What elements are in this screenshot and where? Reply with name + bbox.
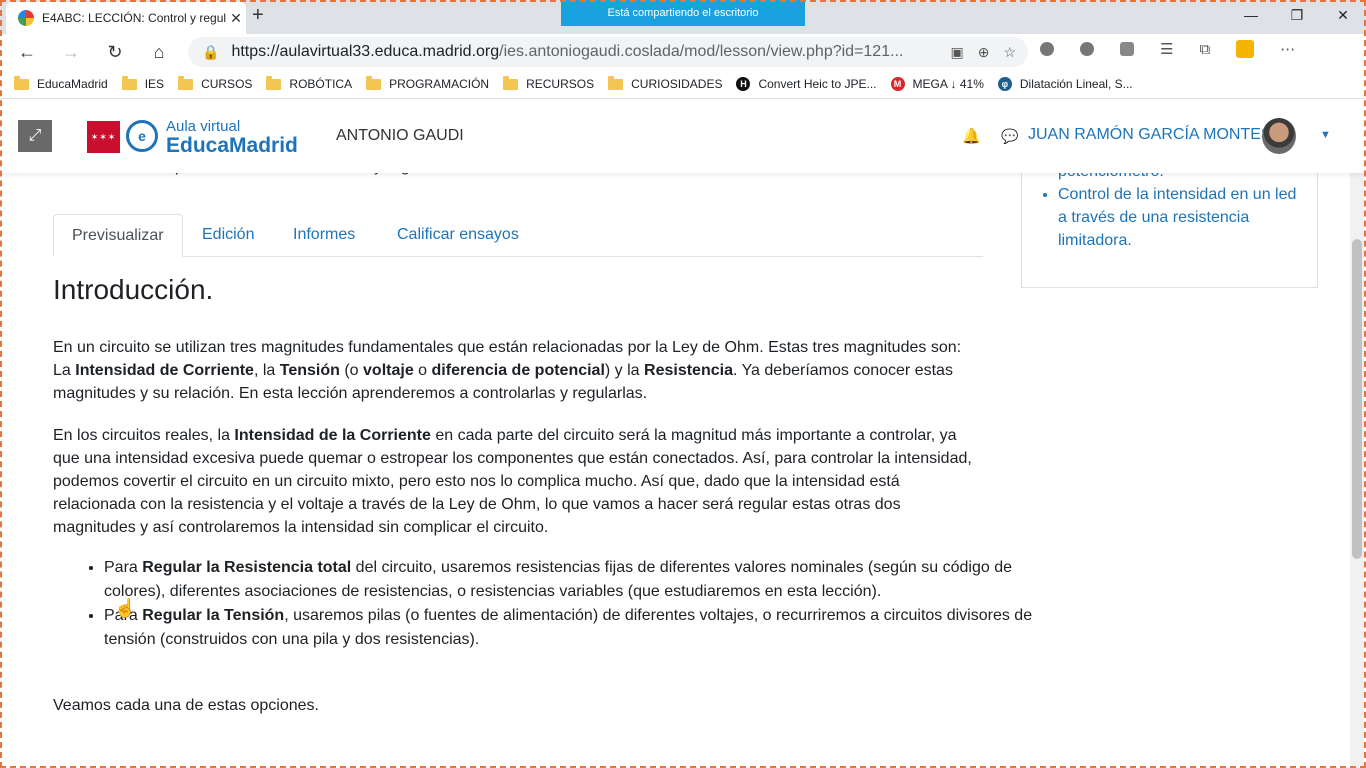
favorite-star-icon[interactable]: ☆ [1003, 44, 1016, 61]
browser-tab[interactable]: E4ABC: LECCIÓN: Control y regul ✕ [6, 2, 246, 34]
expand-icon[interactable]: ⤢ [18, 120, 52, 152]
heic-site-icon: H [736, 77, 751, 91]
user-menu-name[interactable]: JUAN RAMÓN GARCÍA MONTES [1028, 126, 1272, 144]
bookmark-item[interactable]: CURIOSIDADES [608, 75, 723, 91]
bookmark-item[interactable]: ROBÓTICA [266, 75, 353, 91]
folder-icon [266, 75, 282, 90]
folder-icon [608, 75, 624, 90]
tab-reports[interactable]: Informes [275, 214, 373, 256]
folder-icon [503, 75, 519, 90]
notifications-bell-icon[interactable]: 🔔 [962, 127, 981, 145]
site-header: ⤢ ✶✶✶ e Aula virtual EducaMadrid ANTONIO… [0, 99, 1366, 173]
bookmarks-bar: EducaMadrid IES CURSOS ROBÓTICA PROGRAMACIÓN… [0, 70, 1366, 99]
bookmark-label: Dilatación Lineal, S... [1019, 77, 1133, 91]
scrollbar-thumb[interactable] [1352, 239, 1362, 559]
bookmark-label: CURSOS [201, 77, 253, 91]
site-icon: φ [997, 77, 1012, 91]
folder-icon [366, 75, 382, 90]
screen-sharing-banner[interactable]: Está compartiendo el escritorio [561, 0, 805, 26]
logo-subtitle: Aula virtual [166, 118, 241, 135]
bookmark-item[interactable]: IES [121, 75, 165, 91]
url-path: /ies.antoniogaudi.coslada/mod/lesson/vie… [499, 43, 904, 60]
forward-icon[interactable]: → [56, 39, 86, 65]
calculator-extension-icon[interactable] [1236, 40, 1255, 58]
circuits-paragraph: En los circuitos reales, la Intensidad d… [53, 427, 972, 536]
page-title: Introducción. [53, 274, 214, 305]
minimize-icon[interactable]: — [1228, 0, 1274, 30]
chevron-down-icon[interactable]: ▼ [1320, 129, 1331, 141]
site-name[interactable]: ANTONIO GAUDI [336, 127, 464, 145]
bookmark-label: IES [144, 77, 165, 91]
zoom-icon[interactable]: ⊕ [978, 44, 990, 61]
restore-icon[interactable]: ❐ [1274, 0, 1320, 30]
reload-icon[interactable]: ↻ [100, 39, 130, 65]
extension-icon[interactable] [1080, 42, 1094, 56]
extension-icon[interactable] [1040, 42, 1054, 56]
bookmark-item[interactable]: M MEGA ↓ 41% [890, 77, 984, 91]
shield-extension-icon[interactable] [1120, 42, 1134, 56]
folder-icon [14, 75, 29, 90]
tab-grade-essays[interactable]: Calificar ensayos [379, 214, 537, 256]
more-menu-icon[interactable]: ⋯ [1280, 40, 1295, 58]
regulation-list: Para Regular la Resistencia total del ci… [53, 556, 1034, 652]
url-host: https://aulavirtual33.educa.madrid.org [231, 43, 500, 60]
read-aloud-icon[interactable]: ▣ [950, 44, 963, 61]
bookmark-label: CURIOSIDADES [631, 77, 723, 91]
favorites-list-icon[interactable]: ☰ [1160, 40, 1173, 58]
logo-title[interactable]: EducaMadrid [166, 134, 298, 158]
messages-icon[interactable]: 💬 [1001, 128, 1018, 145]
back-icon[interactable]: ← [12, 39, 42, 65]
bookmark-label: MEGA ↓ 41% [912, 77, 984, 91]
lock-icon[interactable]: 🔒 [202, 44, 219, 61]
bookmark-item[interactable]: H Convert Heic to JPE... [736, 77, 877, 91]
intro-paragraph: En un circuito se utilizan tres magnitud… [53, 339, 962, 402]
new-tab-icon[interactable]: + [252, 4, 264, 27]
bookmark-item[interactable]: PROGRAMACIÓN [366, 75, 490, 91]
browser-toolbar: ← → ↻ ⌂ 🔒 https://aulavirtual33.educa.ma… [0, 34, 1366, 70]
home-icon[interactable]: ⌂ [144, 39, 174, 65]
tab-title: E4ABC: LECCIÓN: Control y regul [42, 11, 226, 25]
madrid-flag-icon: ✶✶✶ [87, 121, 120, 153]
bookmark-item[interactable]: RECURSOS [503, 75, 595, 91]
browser-tab-strip: E4ABC: LECCIÓN: Control y regul ✕ + Está… [0, 0, 1366, 34]
bookmark-item[interactable]: CURSOS [178, 75, 253, 91]
list-item: Para Regular la Resistencia total del ci… [104, 556, 1034, 604]
bookmark-item[interactable]: EducaMadrid [14, 75, 108, 91]
bookmark-label: EducaMadrid [37, 77, 108, 91]
tab-edit[interactable]: Edición [184, 214, 272, 256]
mega-icon: M [890, 77, 905, 91]
tab-preview[interactable]: Previsualizar [53, 214, 183, 257]
page-scrollbar[interactable] [1350, 99, 1364, 768]
window-close-icon[interactable]: ✕ [1320, 0, 1366, 30]
avatar[interactable] [1262, 118, 1296, 154]
address-bar[interactable]: 🔒 https://aulavirtual33.educa.madrid.org… [188, 37, 1028, 67]
bookmark-label: PROGRAMACIÓN [389, 77, 490, 91]
folder-icon [121, 75, 137, 90]
tab-close-icon[interactable]: ✕ [226, 10, 246, 27]
site-favicon-icon [18, 10, 34, 26]
lesson-tabs: Previsualizar Edición Informes Calificar… [53, 214, 983, 257]
bookmark-item[interactable]: φ Dilatación Lineal, S... [997, 77, 1133, 91]
hand-cursor-icon: ☝ [114, 598, 137, 618]
collections-icon[interactable]: ⧉ [1199, 41, 1210, 58]
window-controls: — ❐ ✕ [1228, 0, 1366, 30]
educamadrid-logo-icon[interactable]: e [126, 120, 158, 152]
closing-paragraph: Veamos cada una de estas opciones. [53, 697, 319, 714]
bookmark-label: RECURSOS [526, 77, 595, 91]
list-item: Para Regular la Tensión, usaremos pilas … [104, 604, 1034, 652]
bookmark-label: Convert Heic to JPE... [758, 77, 877, 91]
menu-link-led-control[interactable]: Control de la intensidad en un led a tra… [1058, 183, 1308, 252]
folder-icon [178, 75, 194, 90]
bookmark-label: ROBÓTICA [289, 77, 353, 91]
